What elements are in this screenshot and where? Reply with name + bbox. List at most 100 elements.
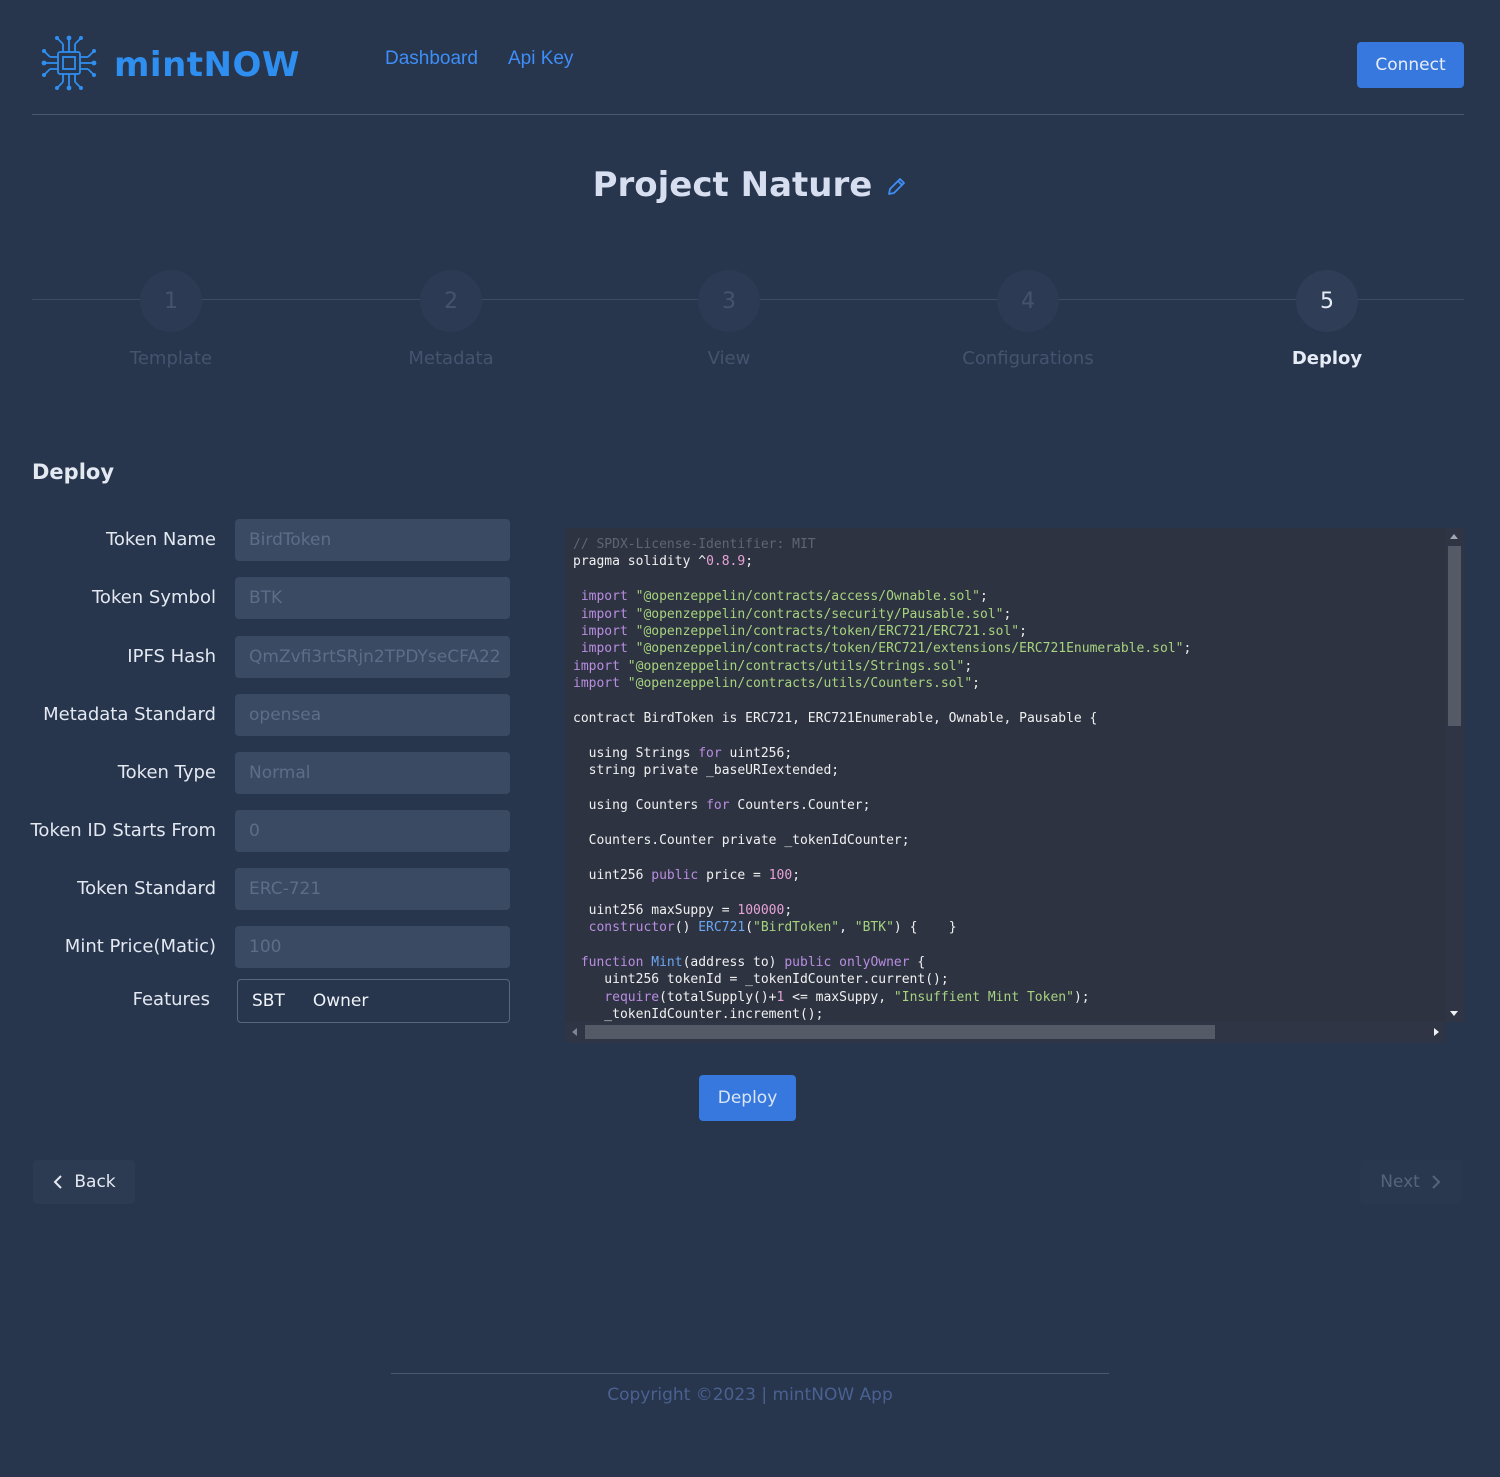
code-line: uint256 public price = 100; xyxy=(573,867,801,883)
token-standard-input[interactable]: ERC-721 xyxy=(235,868,510,910)
code-line: import "@openzeppelin/contracts/access/O… xyxy=(580,589,988,605)
connect-button[interactable]: Connect xyxy=(1357,42,1464,88)
footer-divider xyxy=(391,1373,1109,1374)
step-label: Metadata xyxy=(408,348,494,369)
field-token-name: Token Name BirdToken xyxy=(0,519,510,561)
field-label: Token Name xyxy=(105,529,216,550)
code-line: function Mint(address to) public onlyOwn… xyxy=(580,954,926,970)
scroll-thumb[interactable] xyxy=(585,1025,1215,1039)
nav-api-key-link[interactable]: Api Key xyxy=(508,48,573,70)
chevron-right-icon xyxy=(1432,1175,1441,1189)
section-title: Deploy xyxy=(32,460,115,484)
brand-logo[interactable]: mintNOW xyxy=(38,32,300,98)
field-ipfs-hash: IPFS Hash QmZvfi3rtSRjn2TPDYseCFA22 xyxy=(0,636,510,678)
code-line: import "@openzeppelin/contracts/token/ER… xyxy=(580,624,1027,640)
field-label: Token Type xyxy=(117,762,216,783)
step-label: View xyxy=(707,348,751,369)
step-deploy[interactable]: 5 Deploy xyxy=(1227,270,1427,369)
step-label: Template xyxy=(129,348,213,369)
token-type-input[interactable]: Normal xyxy=(235,752,510,794)
token-id-start-input[interactable]: 0 xyxy=(235,810,510,852)
scroll-up-icon[interactable] xyxy=(1450,534,1458,539)
code-line: import "@openzeppelin/contracts/security… xyxy=(580,606,1012,622)
field-label: Token Symbol xyxy=(92,587,216,608)
pencil-icon[interactable] xyxy=(885,176,907,198)
ipfs-hash-input[interactable]: QmZvfi3rtSRjn2TPDYseCFA22 xyxy=(235,636,510,678)
token-symbol-input[interactable]: BTK xyxy=(235,577,510,619)
next-button[interactable]: Next xyxy=(1360,1160,1462,1204)
horizontal-scrollbar[interactable] xyxy=(565,1022,1445,1042)
code-line: uint256 tokenId = _tokenIdCounter.curren… xyxy=(573,972,949,988)
code-line: uint256 maxSuppy = 100000; xyxy=(573,902,793,918)
field-label: Token Standard xyxy=(77,878,216,899)
mint-price-input[interactable]: 100 xyxy=(235,926,510,968)
metadata-standard-input[interactable]: opensea xyxy=(235,694,510,736)
code-line: Counters.Counter private _tokenIdCounter… xyxy=(573,832,910,848)
token-name-input[interactable]: BirdToken xyxy=(235,519,510,561)
step-number: 4 xyxy=(997,270,1059,332)
scroll-right-icon[interactable] xyxy=(1434,1028,1439,1036)
top-navbar: mintNOW Dashboard Api Key Connect xyxy=(32,0,1464,115)
code-line: pragma solidity ^0.8.9; xyxy=(573,554,754,570)
feature-tag-owner[interactable]: Owner xyxy=(313,991,369,1011)
code-line: import "@openzeppelin/contracts/token/ER… xyxy=(580,641,1192,657)
field-token-id-start: Token ID Starts From 0 xyxy=(0,810,510,852)
step-number: 2 xyxy=(420,270,482,332)
step-number: 1 xyxy=(140,270,202,332)
step-view[interactable]: 3 View xyxy=(629,270,829,369)
chevron-left-icon xyxy=(53,1175,63,1189)
main-nav: Dashboard Api Key xyxy=(385,48,573,70)
nav-dashboard-link[interactable]: Dashboard xyxy=(385,48,478,70)
scroll-down-icon[interactable] xyxy=(1450,1011,1458,1016)
step-number: 3 xyxy=(698,270,760,332)
scroll-left-icon[interactable] xyxy=(572,1028,577,1036)
step-label: Configurations xyxy=(962,348,1094,369)
code-line: _tokenIdCounter.increment(); xyxy=(573,1006,824,1022)
code-line: // SPDX-License-Identifier: MIT xyxy=(573,537,816,552)
code-line: import "@openzeppelin/contracts/utils/St… xyxy=(573,658,973,674)
back-button[interactable]: Back xyxy=(33,1160,135,1204)
field-label: Features xyxy=(132,989,210,1010)
features-box[interactable]: SBT Owner xyxy=(237,979,510,1023)
contract-source: // SPDX-License-Identifier: MIT pragma so… xyxy=(573,536,1191,1023)
scroll-thumb[interactable] xyxy=(1448,546,1461,726)
field-mint-price: Mint Price(Matic) 100 xyxy=(0,926,510,968)
contract-code-editor[interactable]: // SPDX-License-Identifier: MIT pragma so… xyxy=(565,528,1445,1042)
field-label: Metadata Standard xyxy=(43,704,216,725)
field-token-standard: Token Standard ERC-721 xyxy=(0,868,510,910)
vertical-scrollbar[interactable] xyxy=(1445,528,1464,1022)
footer-copyright: Copyright ©2023 | mintNOW App xyxy=(607,1385,893,1405)
project-title-bar: Project Nature xyxy=(0,165,1500,205)
field-label: Mint Price(Matic) xyxy=(64,936,216,957)
code-line: constructor() ERC721("BirdToken", "BTK")… xyxy=(588,919,957,935)
field-label: IPFS Hash xyxy=(127,646,216,667)
code-line: using Strings for uint256; xyxy=(573,745,793,761)
step-template[interactable]: 1 Template xyxy=(71,270,271,369)
step-configurations[interactable]: 4 Configurations xyxy=(928,270,1128,369)
step-metadata[interactable]: 2 Metadata xyxy=(351,270,551,369)
project-title: Project Nature xyxy=(592,165,873,205)
field-metadata-standard: Metadata Standard opensea xyxy=(0,694,510,736)
code-line: require(totalSupply()+1 <= maxSuppy, "In… xyxy=(604,989,1090,1005)
back-label: Back xyxy=(74,1172,116,1192)
code-line: import "@openzeppelin/contracts/utils/Co… xyxy=(573,676,980,692)
code-line: contract BirdToken is ERC721, ERC721Enum… xyxy=(573,711,1098,727)
field-features: Features SBT Owner xyxy=(0,979,510,1023)
next-label: Next xyxy=(1380,1172,1420,1192)
brand-name: mintNOW xyxy=(114,45,300,85)
field-token-type: Token Type Normal xyxy=(0,752,510,794)
feature-tag-sbt[interactable]: SBT xyxy=(252,991,285,1011)
field-label: Token ID Starts From xyxy=(30,820,217,841)
field-token-symbol: Token Symbol BTK xyxy=(0,577,510,619)
deploy-button[interactable]: Deploy xyxy=(699,1075,796,1121)
step-label: Deploy xyxy=(1291,348,1363,369)
circuit-chip-icon xyxy=(38,32,100,98)
